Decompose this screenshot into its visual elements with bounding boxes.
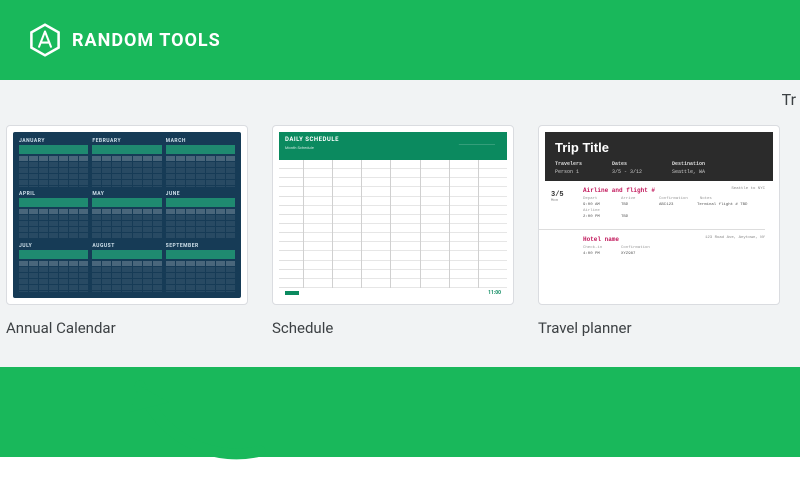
template-card-schedule: DAILY SCHEDULE Month Schedule ──────────… xyxy=(272,125,514,337)
brand-logo[interactable]: RANDOM TOOLS xyxy=(28,23,221,57)
section-label-partial: Tr xyxy=(782,90,800,109)
schedule-foot-text: 11:00 xyxy=(488,290,501,296)
template-card-annual-calendar: JANUARYFEBRUARYMARCHAPRILMAYJUNEJULYAUGU… xyxy=(6,125,248,337)
template-label: Annual Calendar xyxy=(6,319,248,337)
trip-date: 3/5 Mon xyxy=(551,191,564,203)
footer-band xyxy=(0,367,800,457)
section-heading-row: Tr xyxy=(0,80,800,115)
template-label: Schedule xyxy=(272,319,514,337)
template-thumb-annual-calendar[interactable]: JANUARYFEBRUARYMARCHAPRILMAYJUNEJULYAUGU… xyxy=(6,125,248,305)
trip-flight-section: Airline and flight #Seattle to NYC Depar… xyxy=(583,187,765,219)
schedule-foot-mark xyxy=(285,291,299,295)
template-gallery: JANUARYFEBRUARYMARCHAPRILMAYJUNEJULYAUGU… xyxy=(0,115,800,367)
trip-title: Trip Title xyxy=(555,140,763,155)
schedule-head-meta: ───────────────── xyxy=(459,142,495,146)
trip-hotel-section: Hotel name123 Road Ave, Anytown, NY Chec… xyxy=(583,236,765,256)
template-card-travel-planner: Trip Title TravelersPerson 1Dates3/5 - 3… xyxy=(538,125,780,337)
app-header: RANDOM TOOLS xyxy=(0,0,800,80)
template-label: Travel planner xyxy=(538,319,780,337)
brand-name: RANDOM TOOLS xyxy=(72,30,221,51)
template-thumb-schedule[interactable]: DAILY SCHEDULE Month Schedule ──────────… xyxy=(272,125,514,305)
logo-hex-icon xyxy=(28,23,62,57)
template-thumb-travel-planner[interactable]: Trip Title TravelersPerson 1Dates3/5 - 3… xyxy=(538,125,780,305)
